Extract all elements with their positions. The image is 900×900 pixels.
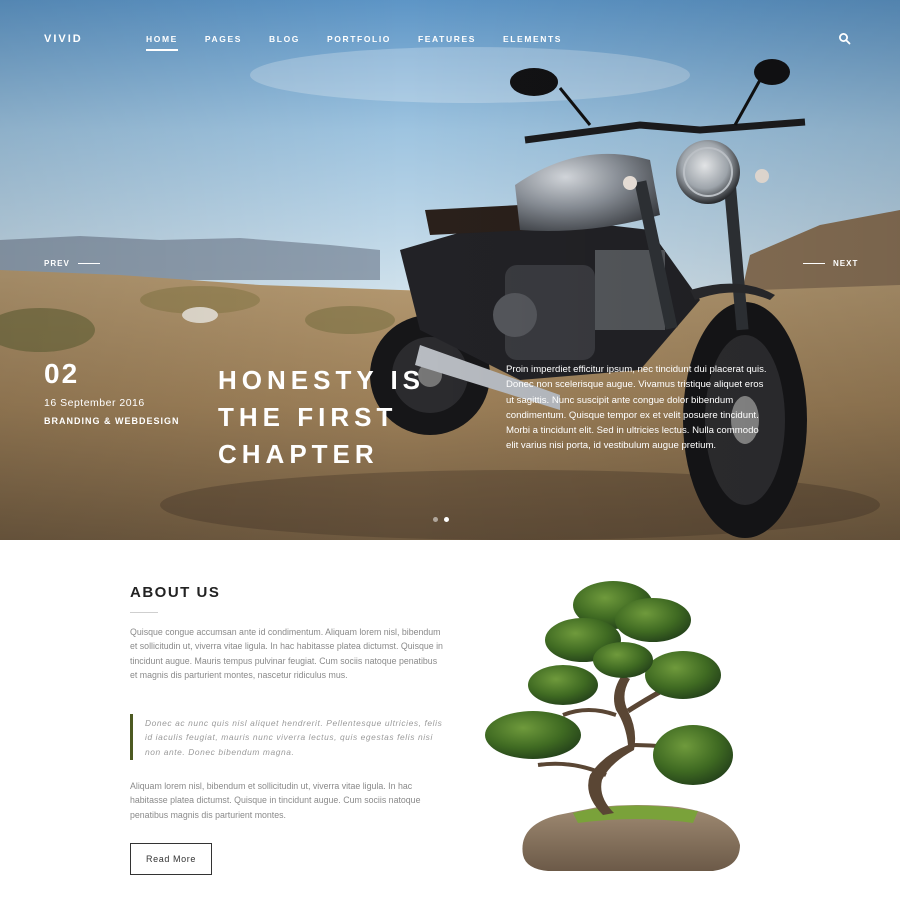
- headline-line-3: CHAPTER: [218, 439, 379, 469]
- nav-item-pages[interactable]: PAGES: [205, 34, 242, 44]
- site-logo[interactable]: VIVID: [44, 33, 83, 45]
- main-nav: HOME PAGES BLOG PORTFOLIO FEATURES ELEME…: [146, 34, 589, 51]
- about-quote: Donec ac nunc quis nisl aliquet hendreri…: [130, 714, 445, 760]
- title-divider: [130, 612, 158, 613]
- slide-number: 02: [44, 358, 80, 389]
- prev-label: PREV: [44, 259, 70, 268]
- about-title: ABOUT US: [130, 584, 221, 601]
- top-navigation-bar: VIVID HOME PAGES BLOG PORTFOLIO FEATURES…: [0, 0, 900, 78]
- nav-item-elements[interactable]: ELEMENTS: [503, 34, 562, 44]
- read-more-button[interactable]: Read More: [130, 843, 212, 875]
- slider-dot-active[interactable]: [444, 517, 449, 522]
- nav-item-home[interactable]: HOME: [146, 34, 178, 51]
- about-paragraph-1: Quisque congue accumsan ante id condimen…: [130, 627, 443, 680]
- slide-description: Proin imperdiet efficitur ipsum, nec tin…: [506, 364, 767, 452]
- headline-line-1: HONESTY IS: [218, 365, 426, 395]
- prev-arrow-line: [77, 262, 100, 265]
- nav-item-features[interactable]: FEATURES: [418, 34, 476, 44]
- slide-date: 16 September 2016: [44, 397, 145, 409]
- next-arrow-line: [803, 262, 825, 265]
- slider-pagination: [433, 517, 449, 522]
- slider-prev-button[interactable]: PREV: [44, 259, 100, 268]
- slide-category[interactable]: BRANDING & WEBDESIGN: [44, 416, 180, 426]
- nav-item-blog[interactable]: BLOG: [269, 34, 300, 44]
- quote-text: Donec ac nunc quis nisl aliquet hendreri…: [145, 718, 443, 757]
- about-paragraph-2: Aliquam lorem nisl, bibendum et sollicit…: [130, 781, 421, 820]
- nav-item-portfolio[interactable]: PORTFOLIO: [327, 34, 391, 44]
- search-icon[interactable]: [838, 32, 852, 46]
- bonsai-tree-image: [485, 581, 740, 871]
- slider-dot[interactable]: [433, 517, 438, 522]
- slide-headline: HONESTY IS THE FIRST CHAPTER: [218, 362, 508, 473]
- hero-slider: VIVID HOME PAGES BLOG PORTFOLIO FEATURES…: [0, 0, 900, 540]
- headline-line-2: THE FIRST: [218, 402, 398, 432]
- next-label: NEXT: [833, 259, 859, 268]
- slider-next-button[interactable]: NEXT: [803, 259, 858, 268]
